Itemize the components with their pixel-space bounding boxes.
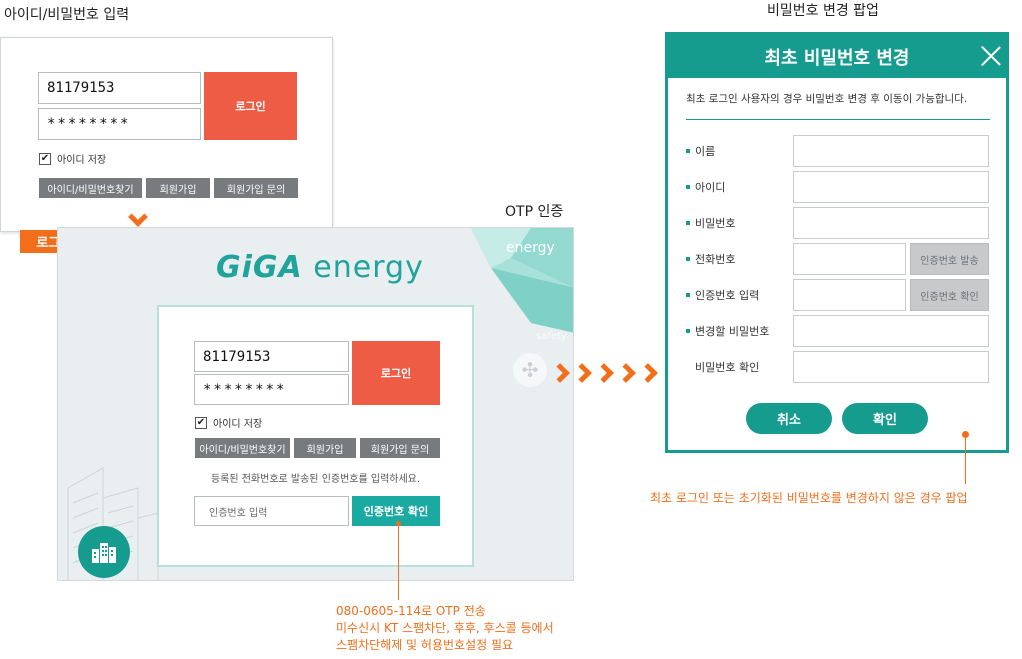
id-input[interactable]: 81179153	[38, 72, 201, 104]
label-name: 이름	[686, 144, 715, 158]
wind-turbine-icon: ✣	[513, 353, 547, 387]
confirm-password-input[interactable]	[793, 351, 989, 383]
building-badge-icon	[78, 526, 130, 578]
otp-note-line1: 080-0605-114로 OTP 전송	[336, 604, 486, 618]
otp-save-id-label: 아이디 저장	[213, 419, 263, 430]
popup-connector-line	[965, 437, 966, 484]
corner-safety-text: safety	[536, 331, 567, 342]
label-password: 비밀번호	[686, 216, 735, 230]
chevron-right-icon	[638, 363, 658, 383]
id-input[interactable]	[793, 171, 989, 203]
popup-note: 최초 로그인 또는 초기화된 비밀번호를 변경하지 않은 경우 팝업	[650, 491, 968, 505]
corner-energy-text: energy	[506, 240, 555, 256]
popup-divider	[686, 119, 990, 120]
cancel-button[interactable]: 취소	[746, 403, 832, 434]
otp-save-id-row[interactable]: ✔ 아이디 저장	[195, 415, 262, 430]
otp-note: 080-0605-114로 OTP 전송 미수신시 KT 스팸차단, 후후, 후…	[336, 603, 554, 654]
giga-energy-logo: GiGA energy	[216, 250, 424, 285]
logo-word: energy	[313, 250, 424, 285]
password-input[interactable]	[793, 207, 989, 239]
save-id-row[interactable]: ✔ 아이디 저장	[39, 151, 106, 166]
label-new-password: 변경할 비밀번호	[686, 324, 769, 338]
chevron-right-icon	[572, 363, 592, 383]
send-code-button[interactable]: 인증번호 발송	[910, 243, 989, 275]
ok-button[interactable]: 확인	[842, 403, 928, 434]
connector-line	[398, 524, 399, 600]
new-password-input[interactable]	[793, 315, 989, 347]
otp-password-input[interactable]: ********	[194, 374, 349, 405]
chevron-right-icon	[594, 363, 614, 383]
popup-header: 최초 비밀번호 변경	[668, 35, 1006, 78]
otp-id-input[interactable]: 81179153	[194, 341, 349, 372]
login-panel: 81179153 ******** 로그인 ✔ 아이디 저장 아이디/비밀번호찾…	[0, 37, 333, 232]
password-change-popup: 최초 비밀번호 변경 최초 로그인 사용자의 경우 비밀번호 변경 후 이동이 …	[665, 32, 1009, 453]
close-icon[interactable]	[980, 45, 1002, 67]
password-input[interactable]: ********	[38, 108, 201, 140]
save-id-label: 아이디 저장	[57, 155, 107, 166]
verify-code-button[interactable]: 인증번호 확인	[910, 279, 989, 311]
phone-input[interactable]	[793, 243, 906, 275]
label-id: 아이디	[686, 180, 725, 194]
popup-description: 최초 로그인 사용자의 경우 비밀번호 변경 후 이동이 가능합니다.	[686, 93, 968, 105]
login-button[interactable]: 로그인	[204, 72, 297, 140]
otp-login-button[interactable]: 로그인	[352, 341, 440, 405]
otp-note-line2: 미수신시 KT 스팸차단, 후후, 후스콜 등에서	[336, 621, 554, 635]
chevron-right-icon	[616, 363, 636, 383]
otp-join-inquiry-button[interactable]: 회원가입 문의	[360, 438, 440, 458]
join-inquiry-button[interactable]: 회원가입 문의	[214, 178, 298, 198]
otp-find-button[interactable]: 아이디/비밀번호찾기	[195, 438, 290, 458]
popup-title: 최초 비밀번호 변경	[764, 47, 910, 69]
otp-instruction: 등록된 전화번호로 발송된 인증번호를 입력하세요.	[210, 474, 421, 485]
label-code: 인증번호 입력	[686, 288, 759, 302]
label-phone: 전화번호	[686, 252, 735, 266]
label-confirm-password: 비밀번호 확인	[695, 361, 760, 374]
caption-login: 아이디/비밀번호 입력	[4, 7, 130, 23]
otp-login-box: 81179153 ******** 로그인 ✔ 아이디 저장 아이디/비밀번호찾…	[157, 305, 474, 567]
save-id-checkbox[interactable]: ✔	[39, 152, 51, 165]
join-button[interactable]: 회원가입	[146, 178, 210, 198]
name-input[interactable]	[793, 135, 989, 167]
otp-join-button[interactable]: 회원가입	[294, 438, 356, 458]
caption-popup: 비밀번호 변경 팝업	[767, 3, 879, 19]
otp-save-id-checkbox[interactable]: ✔	[195, 416, 207, 429]
otp-note-line3: 스팸차단해제 및 허용번호설정 필요	[336, 638, 514, 652]
otp-code-input[interactable]: 인증번호 입력	[194, 496, 349, 526]
logo-brand: GiGA	[216, 250, 303, 285]
caption-otp: OTP 인증	[505, 204, 564, 220]
find-id-password-button[interactable]: 아이디/비밀번호찾기	[39, 178, 142, 198]
code-input[interactable]	[793, 279, 906, 311]
